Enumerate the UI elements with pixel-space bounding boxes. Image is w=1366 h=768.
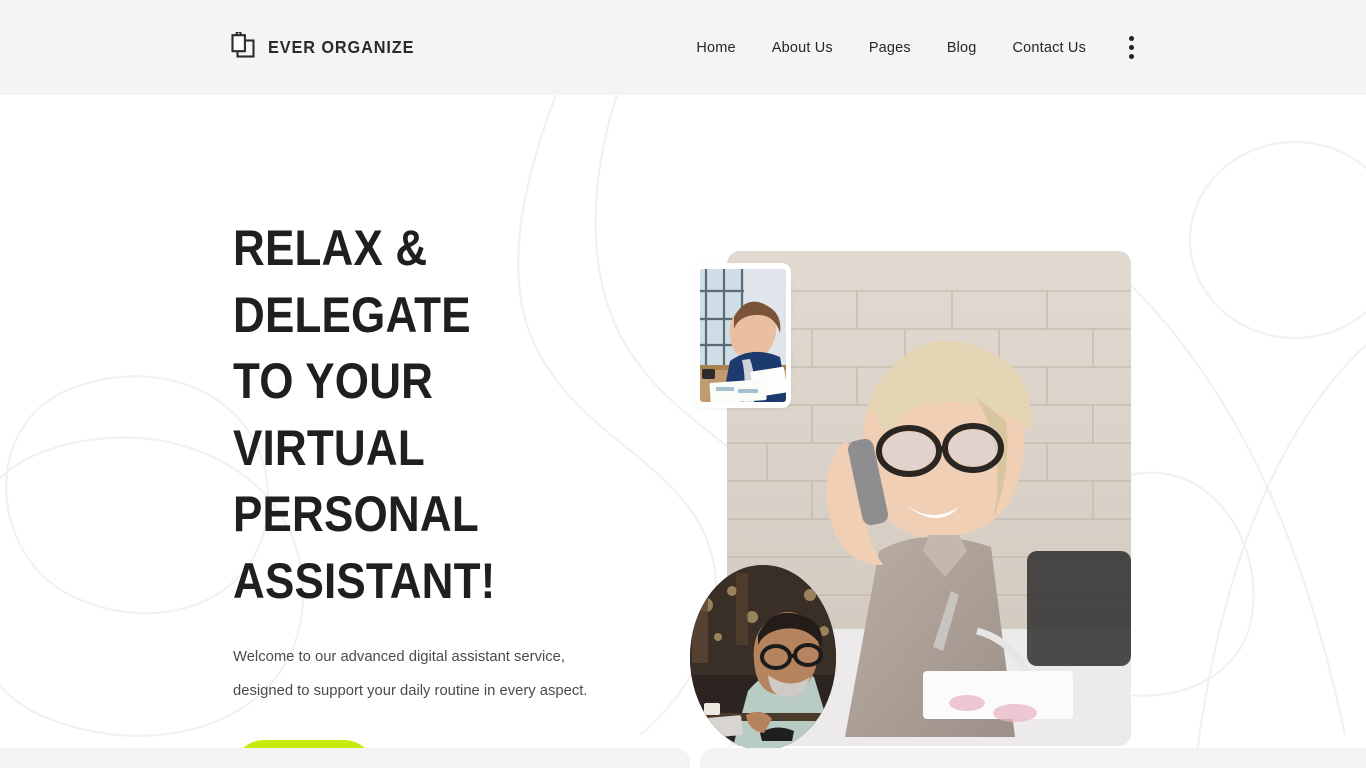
hero-media-cluster: [690, 155, 1160, 768]
section-card-right[interactable]: [700, 748, 1366, 768]
brand-logo[interactable]: EVER ORGANIZE: [230, 32, 425, 62]
main-navigation: Home About Us Pages Blog Contact Us: [678, 0, 1142, 95]
hero-section: RELAX & DELEGATE TO YOUR VIRTUAL PERSONA…: [0, 95, 1366, 768]
nav-item-blog[interactable]: Blog: [929, 32, 995, 64]
next-section-peek: [0, 748, 1366, 768]
site-header: EVER ORGANIZE Home About Us Pages Blog C…: [0, 0, 1366, 95]
page-title: RELAX & DELEGATE TO YOUR VIRTUAL PERSONA…: [233, 220, 496, 609]
nav-item-home[interactable]: Home: [678, 32, 753, 64]
section-card-left[interactable]: [0, 748, 690, 768]
background-decoration: [0, 95, 1366, 768]
hero-subtitle: Welcome to our advanced digital assistan…: [233, 649, 588, 699]
hero-inset-image: [695, 263, 791, 408]
nav-item-about-us[interactable]: About Us: [754, 32, 851, 64]
kebab-menu-icon[interactable]: [1120, 33, 1142, 63]
clipboard-icon: [230, 32, 256, 62]
nav-item-pages[interactable]: Pages: [851, 32, 929, 64]
nav-item-contact-us[interactable]: Contact Us: [995, 32, 1104, 64]
hero-content: RELAX & DELEGATE TO YOUR VIRTUAL PERSONA…: [233, 215, 653, 768]
hero-circle-image: [690, 565, 836, 750]
brand-name: EVER ORGANIZE: [268, 36, 415, 57]
